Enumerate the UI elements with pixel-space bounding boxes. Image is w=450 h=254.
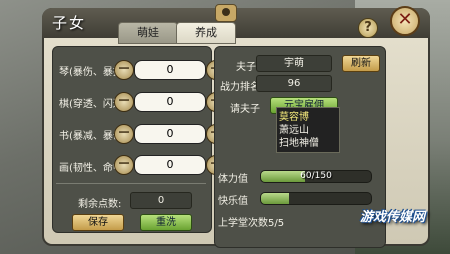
points-label: 剩余点数:: [78, 199, 122, 210]
joy-fill: [261, 193, 289, 204]
dropdown-option[interactable]: 萧远山: [279, 124, 337, 137]
rank-value: 96: [256, 75, 332, 92]
value-shu: 0: [134, 124, 206, 144]
help-icon[interactable]: ?: [358, 18, 378, 38]
dropdown-option[interactable]: 莫容博: [279, 111, 337, 124]
camera-icon[interactable]: [215, 4, 237, 22]
invite-label: 请夫子: [230, 104, 260, 115]
school-count-label: 上学堂次数5/5: [218, 218, 285, 229]
reset-button[interactable]: 重洗: [140, 214, 192, 231]
minus-button[interactable]: －: [114, 92, 134, 112]
watermark-logo: 游戏传媒网: [360, 210, 426, 225]
close-icon[interactable]: ✕: [390, 6, 420, 36]
refresh-button[interactable]: 刷新: [342, 55, 380, 72]
value-qin: 0: [134, 60, 206, 80]
dropdown-list: 莫容博 萧远山 扫地神僧: [276, 107, 340, 153]
stamina-text: 60/150: [300, 171, 332, 181]
value-hua: 0: [134, 155, 206, 175]
save-button[interactable]: 保存: [72, 214, 124, 231]
minus-button[interactable]: －: [114, 155, 134, 175]
minus-button[interactable]: －: [114, 124, 134, 144]
stamina-label: 体力值: [218, 174, 248, 185]
master-value: 宇萌: [256, 55, 332, 72]
tab-yangcheng[interactable]: 养成: [176, 22, 236, 44]
window-title: 子女: [52, 14, 87, 32]
joy-bar: [260, 192, 372, 205]
minus-button[interactable]: －: [114, 60, 134, 80]
divider: [56, 183, 206, 184]
tab-mengwa[interactable]: 萌娃: [118, 22, 178, 44]
stepper-shu: － 0 ＋: [114, 124, 226, 144]
value-qi: 0: [134, 92, 206, 112]
stamina-bar: 60/150: [260, 170, 372, 183]
points-value: 0: [130, 192, 192, 209]
stepper-qi: － 0 ＋: [114, 92, 226, 112]
dropdown-option[interactable]: 扫地神僧: [279, 137, 337, 150]
stepper-hua: － 0 ＋: [114, 155, 226, 175]
stepper-qin: － 0 ＋: [114, 60, 226, 80]
joy-label: 快乐值: [218, 196, 248, 207]
